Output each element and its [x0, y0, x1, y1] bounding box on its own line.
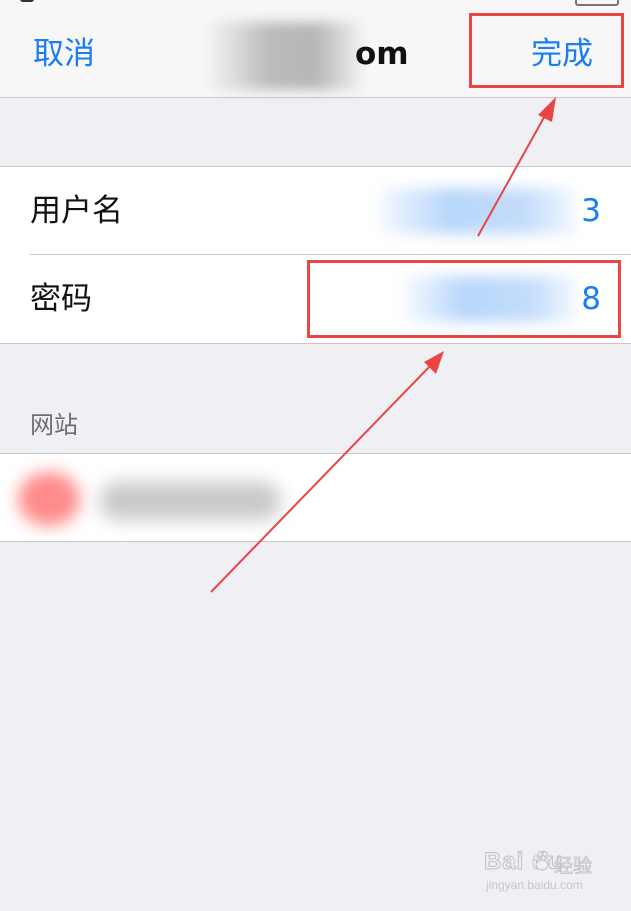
done-highlight-box [469, 13, 624, 88]
password-highlight-box [307, 260, 621, 338]
website-section-header: 网站 [30, 411, 78, 439]
edit-password-screen: 取消 om 完成 用户名 3 密码 8 网站 Bai du 经验 jingyan… [0, 0, 631, 911]
username-label: 用户名 [30, 193, 123, 229]
title-blurred-region [210, 22, 360, 90]
username-blurred-value [380, 188, 575, 234]
baidu-paw-icon [533, 851, 552, 871]
page-title: om [355, 36, 409, 72]
site-favicon-icon [18, 472, 80, 526]
cancel-button[interactable]: 取消 [33, 36, 95, 72]
status-bar-fragment [20, 0, 34, 2]
username-field[interactable]: 3 [581, 191, 601, 231]
watermark-url: jingyan.baidu.com [486, 878, 583, 892]
password-label: 密码 [30, 281, 92, 317]
battery-icon [575, 0, 619, 6]
baidu-watermark: Bai du 经验 jingyan.baidu.com [483, 848, 604, 898]
website-group [0, 453, 631, 542]
watermark-text: 经验 [554, 855, 593, 878]
site-name-blurred [100, 482, 280, 520]
website-row[interactable] [0, 454, 631, 541]
username-row[interactable]: 用户名 3 [0, 167, 631, 255]
